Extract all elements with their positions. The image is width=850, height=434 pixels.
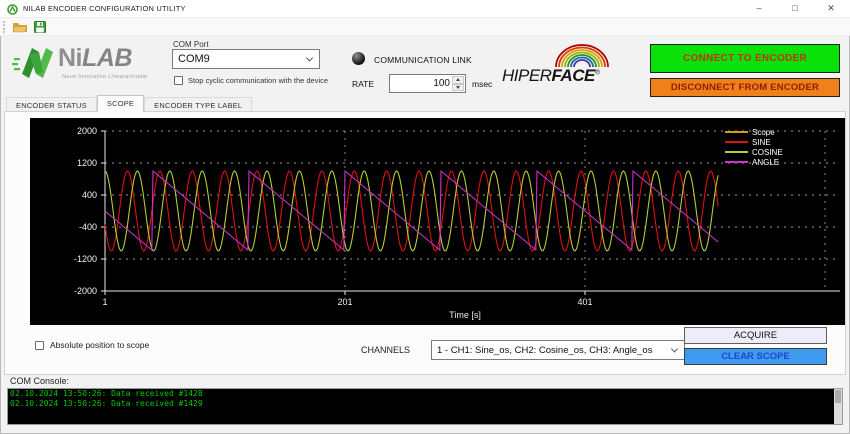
communication-link-label: COMMUNICATION LINK: [374, 55, 472, 65]
hiperface-rainbow-icon: [528, 42, 636, 67]
chevron-down-icon: [671, 345, 678, 352]
channels-label: CHANNELS: [361, 345, 410, 355]
absolute-position-row: Absolute position to scope: [35, 340, 149, 350]
rate-label: RATE: [352, 79, 374, 89]
x-tick-label: 1: [102, 297, 107, 307]
chevron-down-icon: [306, 54, 313, 61]
rate-spinner[interactable]: 100: [389, 74, 466, 93]
absolute-position-label: Absolute position to scope: [50, 340, 149, 350]
save-icon[interactable]: [34, 21, 46, 33]
y-tick-label: -400: [79, 222, 97, 232]
rate-unit-label: msec: [472, 79, 492, 89]
console-line: 02.10.2024 13:50:26: Data received #1429: [8, 399, 842, 409]
close-button[interactable]: ✕: [813, 0, 849, 18]
open-folder-icon[interactable]: [13, 21, 28, 33]
com-port-label: COM Port: [173, 40, 209, 49]
y-tick-label: 400: [82, 190, 97, 200]
absolute-position-checkbox[interactable]: [35, 341, 44, 350]
console-scrollbar-thumb[interactable]: [835, 390, 841, 403]
connect-to-encoder-button[interactable]: CONNECT TO ENCODER: [650, 44, 840, 73]
toolbar-grip: [3, 21, 5, 33]
maximize-button[interactable]: □: [777, 0, 813, 18]
nilab-logo-icon: [12, 44, 58, 82]
channels-select[interactable]: 1 - CH1: Sine_os, CH2: Cosine_os, CH3: A…: [431, 340, 685, 360]
hiperface-logo: HIPERFACE®: [502, 42, 642, 88]
com-console-label: COM Console:: [10, 376, 69, 386]
rate-spin-down-button[interactable]: [452, 84, 464, 92]
y-tick-label: -1200: [74, 254, 97, 264]
disconnect-from-encoder-button[interactable]: DISCONNECT FROM ENCODER: [650, 78, 840, 97]
y-tick-label: 2000: [77, 126, 97, 136]
legend-label: Scope: [752, 128, 775, 137]
legend-label: SINE: [752, 138, 771, 147]
tab-encoder-status[interactable]: ENCODER STATUS: [6, 97, 97, 112]
console-line: 02.10.2024 13:50:26: Data received #1428: [8, 389, 842, 399]
minimize-button[interactable]: –: [741, 0, 777, 18]
series-cosine: [105, 171, 718, 251]
stop-cyclic-label: Stop cyclic communication with the devic…: [188, 76, 328, 85]
scope-chart: 2000 1200 400 -400 -1200 -2000 1 201 401 Time [s]…: [30, 118, 845, 325]
legend-label: ANGLE: [752, 158, 779, 167]
scope-tab-panel: 2000 1200 400 -400 -1200 -2000 1 201 401 Time [s]…: [4, 111, 846, 375]
hiperface-text: HIPERFACE®: [502, 66, 599, 86]
nilab-tagline: Neue Innovative Linearantriebe: [62, 74, 147, 80]
title-bar: NILAB ENCODER CONFIGURATION UTILITY – □ …: [0, 0, 850, 18]
app-icon: [7, 4, 18, 15]
y-tick-label: -2000: [74, 286, 97, 296]
communication-link-indicator: [352, 52, 365, 65]
stop-cyclic-row: Stop cyclic communication with the devic…: [174, 76, 328, 85]
tab-scope[interactable]: SCOPE: [97, 95, 144, 112]
scope-chart-svg: 2000 1200 400 -400 -1200 -2000 1 201 401 Time [s]…: [30, 118, 845, 325]
stop-cyclic-checkbox[interactable]: [174, 76, 183, 85]
x-tick-label: 201: [337, 297, 352, 307]
window-title: NILAB ENCODER CONFIGURATION UTILITY: [23, 0, 186, 18]
acquire-button[interactable]: ACQUIRE: [684, 327, 827, 344]
rate-spin-up-button[interactable]: [452, 76, 464, 84]
rate-value: 100: [433, 75, 450, 92]
clear-scope-button[interactable]: CLEAR SCOPE: [684, 348, 827, 365]
x-axis-label: Time [s]: [449, 310, 481, 320]
nilab-logo-text: NiLAB: [58, 44, 132, 73]
series-sine: [105, 171, 718, 251]
tab-encoder-type-label[interactable]: ENCODER TYPE LABEL: [144, 97, 252, 112]
x-tick-label: 401: [577, 297, 592, 307]
tab-strip: ENCODER STATUS SCOPE ENCODER TYPE LABEL: [6, 95, 252, 112]
com-console: 02.10.2024 13:50:26: Data received #1428…: [7, 388, 843, 425]
com-port-select[interactable]: COM9: [172, 49, 320, 69]
up-arrow-icon: [456, 78, 460, 81]
toolbar: [0, 18, 850, 36]
y-tick-label: 1200: [77, 158, 97, 168]
console-scrollbar[interactable]: [834, 389, 842, 424]
down-arrow-icon: [456, 86, 460, 89]
legend-label: COSINE: [752, 148, 783, 157]
